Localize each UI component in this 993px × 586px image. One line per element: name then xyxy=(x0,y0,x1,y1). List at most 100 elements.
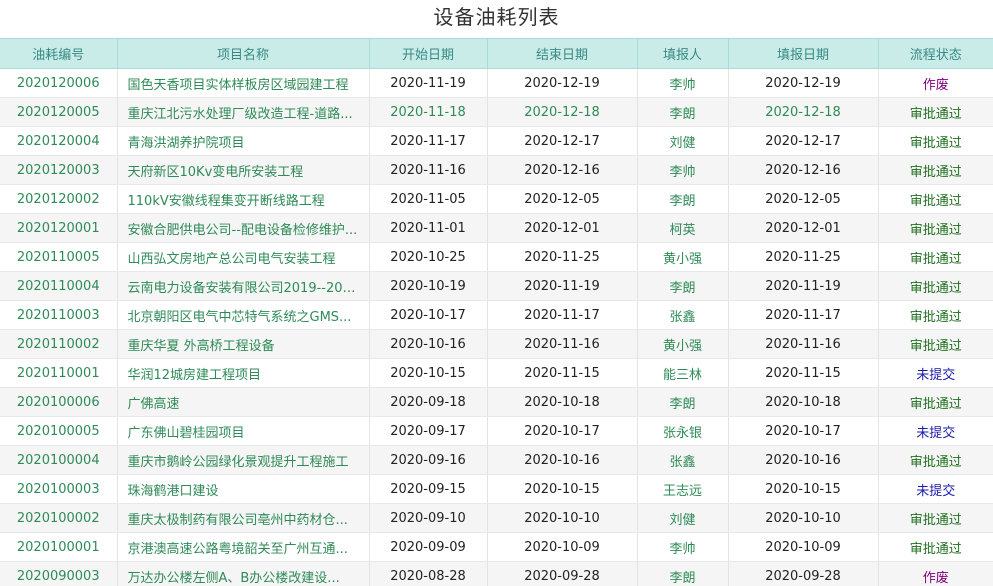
cell-project-name: 国色天香项目实体样板房区域园建工程 xyxy=(117,68,370,98)
table-row[interactable]: 2020110002 重庆华夏 外高桥工程设备 2020-10-16 2020-11-… xyxy=(0,329,993,359)
cell-start-date: 2020-10-16 xyxy=(369,329,488,359)
page: 设备油耗列表 油耗编号 项目名称 开始日期 结束日期 填报人 填报日期 流程状态… xyxy=(0,0,993,586)
cell-id: 2020100004 xyxy=(0,445,118,475)
cell-id: 2020110001 xyxy=(0,358,118,388)
cell-project-name: 天府新区10Kv变电所安装工程 xyxy=(117,155,370,185)
table-row[interactable]: 2020120006 国色天香项目实体样板房区域园建工程 2020-11-19 202… xyxy=(0,68,993,98)
fuel-consumption-table: 油耗编号 项目名称 开始日期 结束日期 填报人 填报日期 流程状态 202012… xyxy=(0,38,993,586)
cell-status: 审批通过 xyxy=(878,213,993,243)
table-row[interactable]: 2020120001 安徽合肥供电公司--配电设备检修维护... 2020-11-0… xyxy=(0,213,993,243)
table-row[interactable]: 2020120003 天府新区10Kv变电所安装工程 2020-11-16 2020-… xyxy=(0,155,993,185)
cell-report-date: 2020-12-16 xyxy=(728,155,879,185)
cell-report-date: 2020-12-18 xyxy=(728,97,879,127)
cell-end-date: 2020-11-17 xyxy=(487,300,638,330)
cell-status: 未提交 xyxy=(878,474,993,504)
table-row[interactable]: 2020110005 山西弘文房地产总公司电气安装工程 2020-10-25 2020… xyxy=(0,242,993,272)
cell-id: 2020100006 xyxy=(0,387,118,417)
cell-reporter: 李帅 xyxy=(637,68,729,98)
cell-status: 作废 xyxy=(878,68,993,98)
cell-end-date: 2020-10-10 xyxy=(487,503,638,533)
cell-report-date: 2020-11-16 xyxy=(728,329,879,359)
cell-start-date: 2020-09-16 xyxy=(369,445,488,475)
cell-start-date: 2020-09-18 xyxy=(369,387,488,417)
cell-project-name: 110kV安徽线程集变开断线路工程 xyxy=(117,184,370,214)
cell-end-date: 2020-11-25 xyxy=(487,242,638,272)
cell-status: 审批通过 xyxy=(878,300,993,330)
cell-status: 审批通过 xyxy=(878,184,993,214)
cell-id: 2020120004 xyxy=(0,126,118,156)
cell-project-name: 重庆市鹅岭公园绿化景观提升工程施工 xyxy=(117,445,370,475)
table-header-row: 油耗编号 项目名称 开始日期 结束日期 填报人 填报日期 流程状态 xyxy=(0,38,993,69)
cell-project-name: 山西弘文房地产总公司电气安装工程 xyxy=(117,242,370,272)
cell-end-date: 2020-10-18 xyxy=(487,387,638,417)
cell-end-date: 2020-09-28 xyxy=(487,561,638,586)
cell-status: 审批通过 xyxy=(878,503,993,533)
cell-end-date: 2020-12-18 xyxy=(487,97,638,127)
cell-project-name: 重庆太极制药有限公司亳州中药材仓... xyxy=(117,503,370,533)
table-row[interactable]: 2020100006 广佛高速 2020-09-18 2020-10-18 李朗 2020… xyxy=(0,387,993,417)
cell-report-date: 2020-11-15 xyxy=(728,358,879,388)
table-row[interactable]: 2020100004 重庆市鹅岭公园绿化景观提升工程施工 2020-09-16 202… xyxy=(0,445,993,475)
cell-project-name: 青海洪湖养护院项目 xyxy=(117,126,370,156)
cell-id: 2020100003 xyxy=(0,474,118,504)
cell-start-date: 2020-11-01 xyxy=(369,213,488,243)
cell-report-date: 2020-11-19 xyxy=(728,271,879,301)
cell-report-date: 2020-10-15 xyxy=(728,474,879,504)
table-row[interactable]: 2020120004 青海洪湖养护院项目 2020-11-17 2020-12-17 刘… xyxy=(0,126,993,156)
cell-end-date: 2020-10-16 xyxy=(487,445,638,475)
table-row[interactable]: 2020110003 北京朝阳区电气中芯特气系统之GMS... 2020-10-17… xyxy=(0,300,993,330)
table-row[interactable]: 2020110001 华润12城房建工程项目 2020-10-15 2020-11-1… xyxy=(0,358,993,388)
cell-status: 未提交 xyxy=(878,416,993,446)
cell-start-date: 2020-11-17 xyxy=(369,126,488,156)
cell-end-date: 2020-11-19 xyxy=(487,271,638,301)
cell-end-date: 2020-11-15 xyxy=(487,358,638,388)
cell-end-date: 2020-12-01 xyxy=(487,213,638,243)
cell-reporter: 柯英 xyxy=(637,213,729,243)
cell-id: 2020120003 xyxy=(0,155,118,185)
table-row[interactable]: 2020110004 云南电力设备安装有限公司2019--202... 2020-1… xyxy=(0,271,993,301)
cell-start-date: 2020-10-15 xyxy=(369,358,488,388)
table-row[interactable]: 2020100003 珠海鹤港口建设 2020-09-15 2020-10-15 王志远… xyxy=(0,474,993,504)
cell-id: 2020110004 xyxy=(0,271,118,301)
table-row[interactable]: 2020100005 广东佛山碧桂园项目 2020-09-17 2020-10-17 张… xyxy=(0,416,993,446)
cell-project-name: 安徽合肥供电公司--配电设备检修维护... xyxy=(117,213,370,243)
cell-id: 2020120005 xyxy=(0,97,118,127)
cell-report-date: 2020-12-17 xyxy=(728,126,879,156)
cell-report-date: 2020-11-25 xyxy=(728,242,879,272)
cell-report-date: 2020-10-17 xyxy=(728,416,879,446)
column-header-end-date[interactable]: 结束日期 xyxy=(487,38,638,69)
column-header-reporter[interactable]: 填报人 xyxy=(637,38,729,69)
cell-end-date: 2020-12-16 xyxy=(487,155,638,185)
column-header-project-name[interactable]: 项目名称 xyxy=(117,38,370,69)
column-header-status[interactable]: 流程状态 xyxy=(878,38,993,69)
cell-report-date: 2020-12-05 xyxy=(728,184,879,214)
cell-id: 2020120002 xyxy=(0,184,118,214)
column-header-id[interactable]: 油耗编号 xyxy=(0,38,118,69)
cell-reporter: 王志远 xyxy=(637,474,729,504)
cell-start-date: 2020-09-09 xyxy=(369,532,488,562)
cell-reporter: 李帅 xyxy=(637,532,729,562)
cell-reporter: 黄小强 xyxy=(637,329,729,359)
cell-reporter: 张永银 xyxy=(637,416,729,446)
table-row[interactable]: 2020090003 万达办公楼左侧A、B办公楼改建设... 2020-08-28 2… xyxy=(0,561,993,586)
table-row[interactable]: 2020120005 重庆江北污水处理厂级改造工程-道路... 2020-11-18… xyxy=(0,97,993,127)
cell-end-date: 2020-12-19 xyxy=(487,68,638,98)
cell-project-name: 京港澳高速公路粤境韶关至广州互通... xyxy=(117,532,370,562)
cell-reporter: 李朗 xyxy=(637,271,729,301)
table-row[interactable]: 2020100002 重庆太极制药有限公司亳州中药材仓... 2020-09-10 2… xyxy=(0,503,993,533)
cell-reporter: 刘健 xyxy=(637,126,729,156)
cell-end-date: 2020-10-15 xyxy=(487,474,638,504)
cell-project-name: 云南电力设备安装有限公司2019--202... xyxy=(117,271,370,301)
cell-status: 审批通过 xyxy=(878,97,993,127)
cell-start-date: 2020-09-10 xyxy=(369,503,488,533)
cell-start-date: 2020-09-15 xyxy=(369,474,488,504)
table-row[interactable]: 2020120002 110kV安徽线程集变开断线路工程 2020-11-05 202… xyxy=(0,184,993,214)
cell-start-date: 2020-10-17 xyxy=(369,300,488,330)
cell-reporter: 能三林 xyxy=(637,358,729,388)
cell-status: 审批通过 xyxy=(878,242,993,272)
column-header-report-date[interactable]: 填报日期 xyxy=(728,38,879,69)
table-row[interactable]: 2020100001 京港澳高速公路粤境韶关至广州互通... 2020-09-09 2… xyxy=(0,532,993,562)
cell-status: 审批通过 xyxy=(878,126,993,156)
cell-id: 2020100005 xyxy=(0,416,118,446)
column-header-start-date[interactable]: 开始日期 xyxy=(369,38,488,69)
